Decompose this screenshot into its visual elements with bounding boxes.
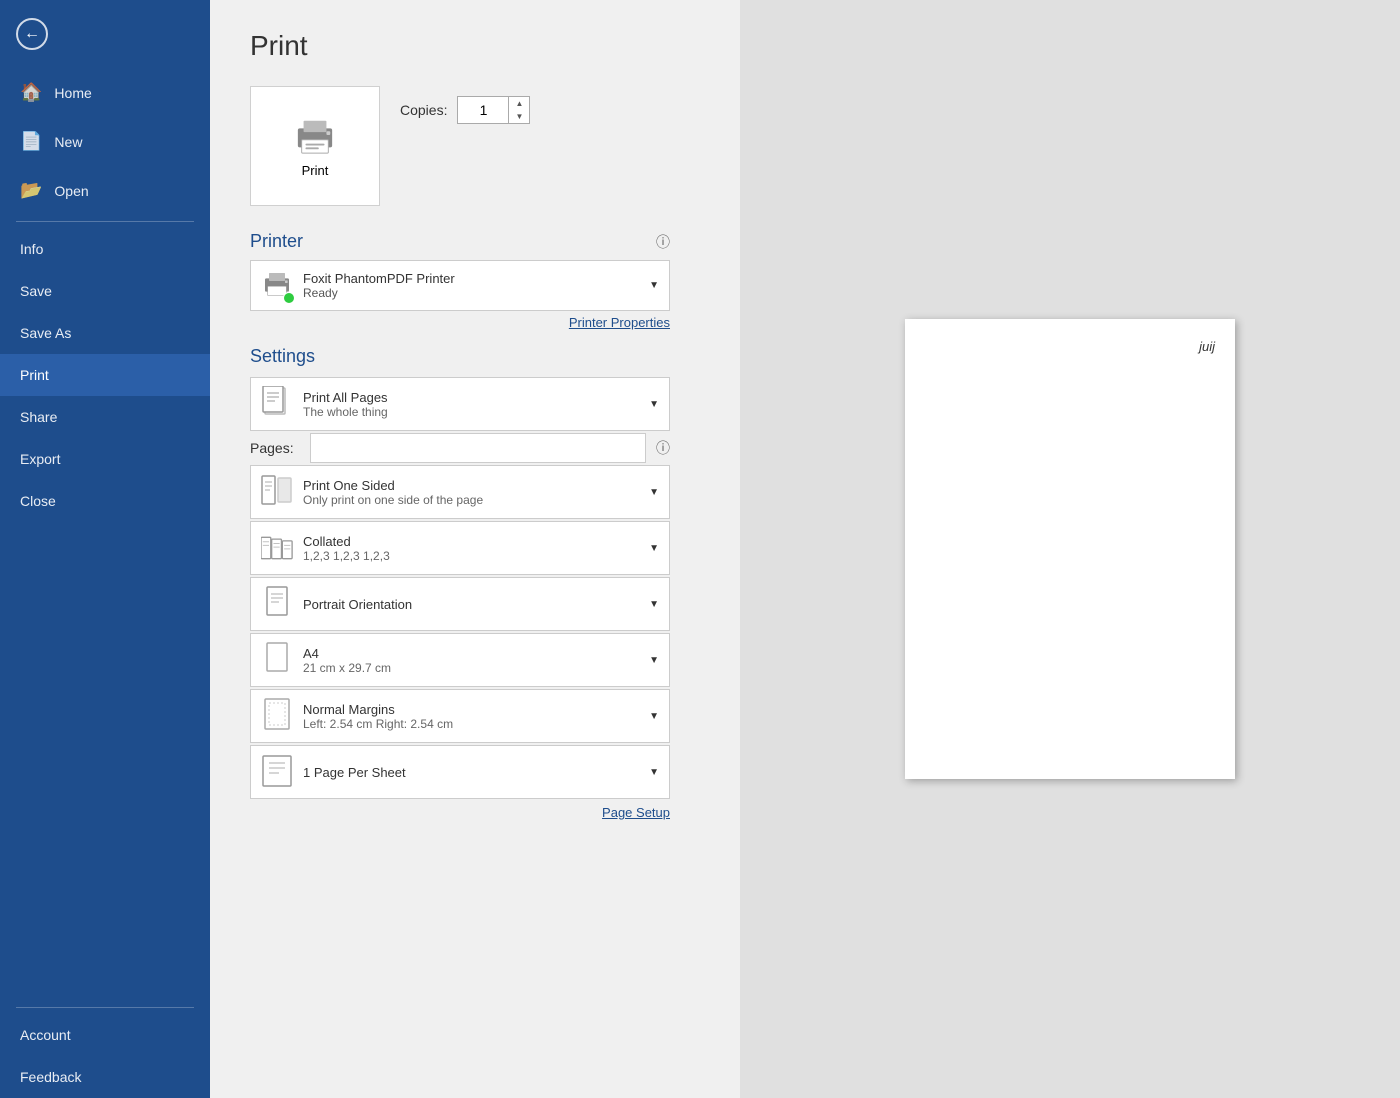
pages-input[interactable] — [310, 433, 646, 463]
sidebar-item-save-as[interactable]: Save As — [0, 312, 210, 354]
copies-input-wrap: ▲ ▼ — [457, 96, 530, 124]
preview-page: juij — [905, 319, 1235, 779]
setting-sides-title: Print One Sided — [303, 478, 649, 493]
sidebar-item-account[interactable]: Account — [0, 1014, 210, 1056]
orientation-icon — [261, 586, 293, 622]
pages-label: Pages: — [250, 440, 300, 456]
setting-paper-size-arrow: ▼ — [649, 655, 659, 666]
setting-orientation-arrow: ▼ — [649, 599, 659, 610]
setting-print-range-sub: The whole thing — [303, 405, 649, 419]
setting-margins-arrow: ▼ — [649, 711, 659, 722]
setting-orientation[interactable]: Portrait Orientation ▼ — [250, 577, 670, 631]
sidebar-item-new[interactable]: 📄 New — [0, 117, 210, 166]
setting-print-range-arrow: ▼ — [649, 399, 659, 410]
setting-collate-arrow: ▼ — [649, 543, 659, 554]
sides-icon — [261, 474, 293, 510]
setting-sides-arrow: ▼ — [649, 487, 659, 498]
copies-area: Copies: ▲ ▼ — [400, 96, 530, 124]
preview-content-text: juij — [1199, 339, 1215, 354]
setting-margins[interactable]: Normal Margins Left: 2.54 cm Right: 2.54… — [250, 689, 670, 743]
setting-orientation-text: Portrait Orientation — [303, 597, 649, 612]
sidebar-item-open[interactable]: 📂 Open — [0, 166, 210, 215]
collate-icon — [261, 530, 293, 566]
back-icon: ← — [16, 18, 48, 50]
sidebar-item-label: New — [54, 134, 82, 150]
printer-properties-link[interactable]: Printer Properties — [250, 315, 670, 330]
printer-status-dot — [283, 292, 295, 304]
printer-dropdown-arrow: ▼ — [649, 280, 659, 291]
sidebar-item-home[interactable]: 🏠 Home — [0, 68, 210, 117]
setting-paper-size-title: A4 — [303, 646, 649, 661]
setting-paper-size-text: A4 21 cm x 29.7 cm — [303, 646, 649, 675]
setting-collate-sub: 1,2,3 1,2,3 1,2,3 — [303, 549, 649, 563]
sidebar-item-close[interactable]: Close — [0, 480, 210, 522]
home-icon: 🏠 — [20, 82, 42, 103]
printer-status: Ready — [303, 286, 649, 300]
setting-collate[interactable]: Collated 1,2,3 1,2,3 1,2,3 ▼ — [250, 521, 670, 575]
margins-icon — [261, 698, 293, 734]
sidebar-divider — [16, 221, 194, 222]
setting-margins-sub: Left: 2.54 cm Right: 2.54 cm — [303, 717, 649, 731]
preview-area: juij — [740, 0, 1400, 1098]
setting-paper-size-sub: 21 cm x 29.7 cm — [303, 661, 649, 675]
copies-label: Copies: — [400, 102, 447, 118]
printer-dropdown[interactable]: Foxit PhantomPDF Printer Ready ▼ — [250, 260, 670, 311]
printer-section-title: Printer — [250, 231, 303, 252]
printer-icon — [291, 115, 339, 155]
setting-pages-per-sheet-arrow: ▼ — [649, 767, 659, 778]
setting-collate-title: Collated — [303, 534, 649, 549]
sidebar-item-info[interactable]: Info — [0, 228, 210, 270]
setting-pages-per-sheet-title: 1 Page Per Sheet — [303, 765, 649, 780]
setting-paper-size[interactable]: A4 21 cm x 29.7 cm ▼ — [250, 633, 670, 687]
sidebar-spacer — [0, 522, 210, 1001]
sidebar-item-export[interactable]: Export — [0, 438, 210, 480]
sidebar: ← 🏠 Home 📄 New 📂 Open Info Save Save As … — [0, 0, 210, 1098]
sidebar-item-save[interactable]: Save — [0, 270, 210, 312]
setting-pages-per-sheet-text: 1 Page Per Sheet — [303, 765, 649, 780]
sidebar-item-label: Open — [54, 183, 88, 199]
open-icon: 📂 — [20, 180, 42, 201]
sidebar-item-feedback[interactable]: Feedback — [0, 1056, 210, 1098]
setting-print-range[interactable]: Print All Pages The whole thing ▼ — [250, 377, 670, 431]
pages-info-icon: ⓘ — [656, 438, 670, 458]
copies-increment[interactable]: ▲ — [509, 97, 529, 110]
printer-name: Foxit PhantomPDF Printer — [303, 271, 649, 286]
print-button[interactable]: Print — [250, 86, 380, 206]
setting-collate-text: Collated 1,2,3 1,2,3 1,2,3 — [303, 534, 649, 563]
page-setup-link[interactable]: Page Setup — [250, 805, 670, 820]
copies-decrement[interactable]: ▼ — [509, 110, 529, 123]
setting-orientation-title: Portrait Orientation — [303, 597, 649, 612]
copies-input[interactable] — [458, 98, 508, 122]
new-doc-icon: 📄 — [20, 131, 42, 152]
print-button-label: Print — [302, 163, 329, 178]
sidebar-item-label: Home — [54, 85, 91, 101]
sidebar-item-print[interactable]: Print — [0, 354, 210, 396]
setting-margins-text: Normal Margins Left: 2.54 cm Right: 2.54… — [303, 702, 649, 731]
copies-spinners: ▲ ▼ — [508, 97, 529, 123]
pages-row: Pages: ⓘ — [250, 433, 670, 463]
paper-size-icon — [261, 642, 293, 678]
setting-sides[interactable]: Print One Sided Only print on one side o… — [250, 465, 670, 519]
printer-icon-wrap — [261, 269, 293, 302]
setting-sides-text: Print One Sided Only print on one side o… — [303, 478, 649, 507]
sidebar-item-share[interactable]: Share — [0, 396, 210, 438]
setting-print-range-text: Print All Pages The whole thing — [303, 390, 649, 419]
pages-per-sheet-icon — [261, 754, 293, 790]
printer-info: Foxit PhantomPDF Printer Ready — [303, 271, 649, 300]
setting-margins-title: Normal Margins — [303, 702, 649, 717]
setting-sides-sub: Only print on one side of the page — [303, 493, 649, 507]
info-icon: ⓘ — [656, 232, 670, 252]
setting-pages-per-sheet[interactable]: 1 Page Per Sheet ▼ — [250, 745, 670, 799]
setting-print-range-title: Print All Pages — [303, 390, 649, 405]
sidebar-bottom-divider — [16, 1007, 194, 1008]
back-button[interactable]: ← — [0, 0, 210, 68]
print-range-icon — [261, 386, 293, 422]
